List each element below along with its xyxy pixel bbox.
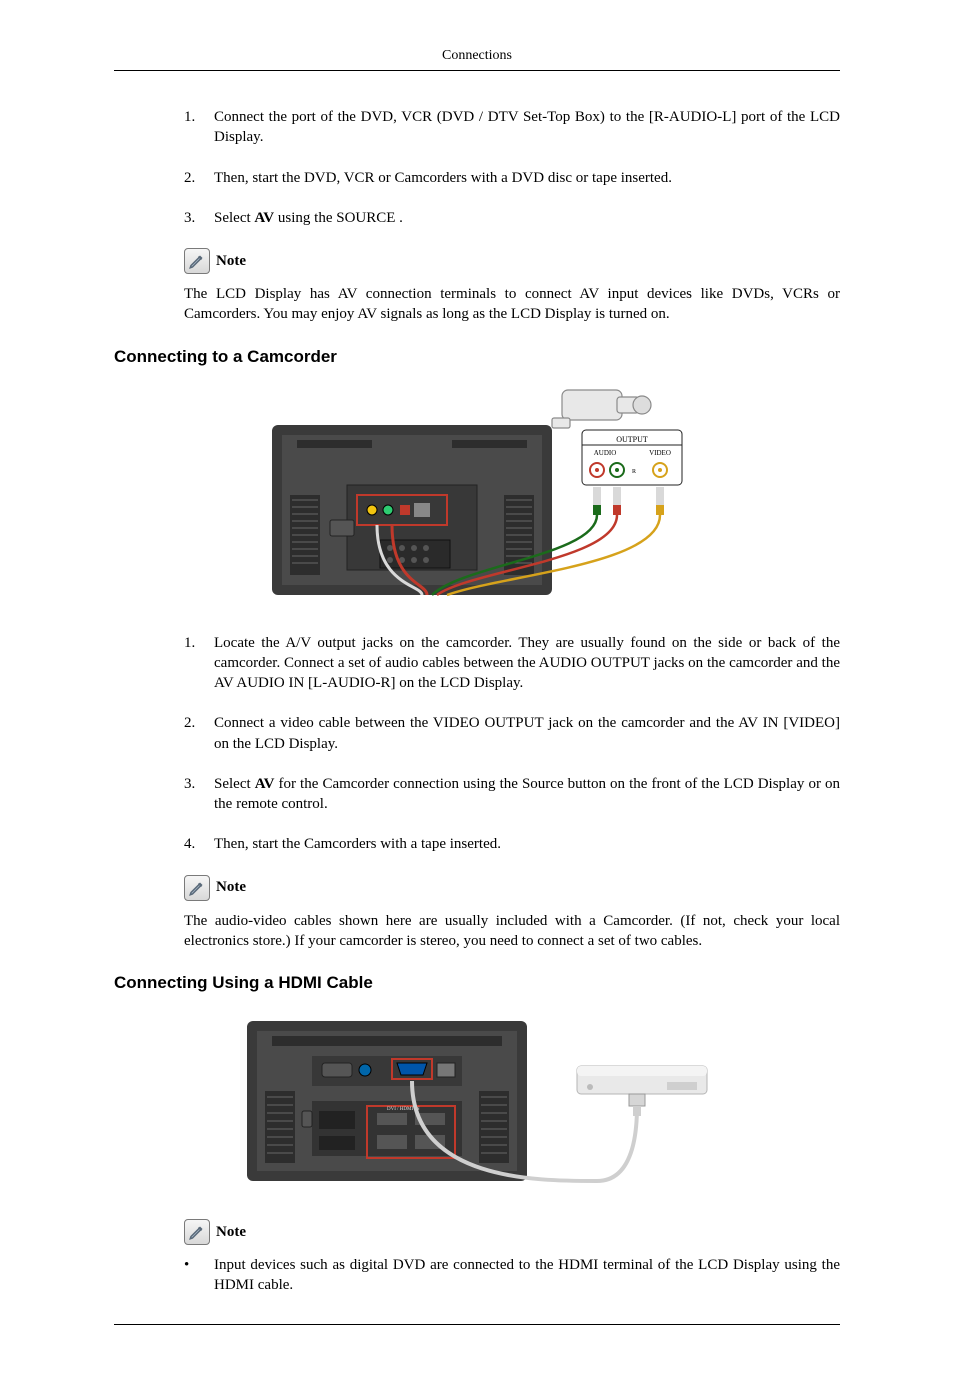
- step-text: Then, start the DVD, VCR or Camcorders w…: [214, 168, 672, 188]
- step3-bold: AV: [254, 210, 274, 226]
- step-marker: 1.: [184, 633, 214, 694]
- svg-text:OUTPUT: OUTPUT: [616, 435, 648, 444]
- note-label: Note: [216, 253, 246, 270]
- note-text: The audio-video cables shown here are us…: [184, 911, 840, 952]
- note-block: Note: [184, 875, 840, 901]
- figure-hdmi: DVI / HDMI IN: [114, 1011, 840, 1191]
- svg-text:AUDIO: AUDIO: [594, 449, 617, 457]
- list-item: 3. Select AV for the Camcorder connectio…: [184, 774, 840, 815]
- section-title-hdmi: Connecting Using a HDMI Cable: [114, 973, 840, 993]
- hdmi-diagram: DVI / HDMI IN: [237, 1011, 717, 1191]
- step-marker: 3.: [184, 774, 214, 815]
- camcorder-diagram: OUTPUT AUDIO VIDEO R: [262, 385, 692, 605]
- bullet-marker: •: [184, 1255, 214, 1296]
- camcorder-steps-list: 1. Locate the A/V output jacks on the ca…: [184, 633, 840, 855]
- section-dvd-content: 1. Connect the port of the DVD, VCR (DVD…: [114, 107, 840, 325]
- note-block: Note: [184, 1219, 840, 1245]
- s3-prefix: Select: [214, 776, 255, 792]
- svg-text:VIDEO: VIDEO: [649, 449, 671, 457]
- note-label: Note: [216, 879, 246, 896]
- step-text: Select AV using the SOURCE .: [214, 208, 403, 228]
- section-hdmi-content: Note • Input devices such as digital DVD…: [114, 1219, 840, 1296]
- step3-prefix: Select: [214, 210, 254, 226]
- list-item: 3. Select AV using the SOURCE .: [184, 208, 840, 228]
- hdmi-bullets: • Input devices such as digital DVD are …: [184, 1255, 840, 1296]
- step-text: Select AV for the Camcorder connection u…: [214, 774, 840, 815]
- step-text: Connect a video cable between the VIDEO …: [214, 713, 840, 754]
- step-text: Then, start the Camcorders with a tape i…: [214, 834, 501, 854]
- bullet-text: Input devices such as digital DVD are co…: [214, 1255, 840, 1296]
- step-marker: 2.: [184, 713, 214, 754]
- pencil-icon: [184, 1219, 210, 1245]
- section-camcorder-content: 1. Locate the A/V output jacks on the ca…: [114, 633, 840, 952]
- step-text: Connect the port of the DVD, VCR (DVD / …: [214, 107, 840, 148]
- step-marker: 3.: [184, 208, 214, 228]
- s3-bold: AV: [255, 776, 275, 792]
- note-block: Note: [184, 248, 840, 274]
- pencil-icon: [184, 248, 210, 274]
- pencil-icon: [184, 875, 210, 901]
- s3-suffix: for the Camcorder connection using the S…: [214, 776, 840, 812]
- figure-camcorder: OUTPUT AUDIO VIDEO R: [114, 385, 840, 605]
- dvd-steps-list: 1. Connect the port of the DVD, VCR (DVD…: [184, 107, 840, 228]
- list-item: • Input devices such as digital DVD are …: [184, 1255, 840, 1296]
- step-marker: 1.: [184, 107, 214, 148]
- step-text: Locate the A/V output jacks on the camco…: [214, 633, 840, 694]
- note-label: Note: [216, 1224, 246, 1241]
- list-item: 1. Locate the A/V output jacks on the ca…: [184, 633, 840, 694]
- footer-rule: [114, 1324, 840, 1325]
- step-marker: 2.: [184, 168, 214, 188]
- step-marker: 4.: [184, 834, 214, 854]
- list-item: 4. Then, start the Camcorders with a tap…: [184, 834, 840, 854]
- running-header: Connections: [114, 48, 840, 71]
- list-item: 2. Then, start the DVD, VCR or Camcorder…: [184, 168, 840, 188]
- list-item: 2. Connect a video cable between the VID…: [184, 713, 840, 754]
- section-title-camcorder: Connecting to a Camcorder: [114, 347, 840, 367]
- list-item: 1. Connect the port of the DVD, VCR (DVD…: [184, 107, 840, 148]
- note-text: The LCD Display has AV connection termin…: [184, 284, 840, 325]
- svg-text:R: R: [632, 469, 636, 475]
- step3-suffix: using the SOURCE .: [274, 210, 403, 226]
